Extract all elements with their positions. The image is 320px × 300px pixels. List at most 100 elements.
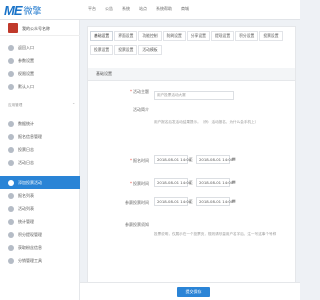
sidebar-item-entry[interactable]: 返回入口 <box>0 41 80 54</box>
form-row-activity-name: *活动主题 用户投票活动大赛 <box>88 87 295 103</box>
tab-share[interactable]: 分享设置 <box>186 31 210 41</box>
extra-start-date[interactable]: 2018-08-01 14:00 <box>154 197 191 206</box>
log-icon <box>8 159 14 166</box>
sidebar-item-label: 报名列表 <box>18 192 34 198</box>
sidebar-item-activity-list[interactable]: 活动列表 <box>0 202 80 215</box>
sidebar-item-label: 权限设置 <box>18 70 34 76</box>
sidebar-item-default-entry[interactable]: 默认入口 <box>0 80 80 93</box>
date-range-sep: 至 <box>189 199 193 204</box>
sidebar-item-stats[interactable]: 数据统计 <box>0 117 80 130</box>
signup-end-date[interactable]: 2018-08-01 14:00 <box>196 155 233 164</box>
section-title: 基础设置 <box>88 68 295 81</box>
topnav-item-platform[interactable]: 平台 <box>88 6 96 12</box>
top-nav: 平台 公告 系统 站点 系统帮助 商城 <box>88 6 198 12</box>
topnav-item-notice[interactable]: 公告 <box>105 6 113 12</box>
tab-points[interactable]: 积分设置 <box>235 31 259 41</box>
form-row-extra-time: 参赛投票时间 2018-08-01 14:00 至 2018-08-01 14:… <box>88 197 295 209</box>
form-icon <box>8 133 14 140</box>
sidebar-section-label: 应用管理 <box>8 103 23 107</box>
field-label: 参赛投票时间 <box>125 200 149 205</box>
form-row-vote-time: *投票时间 2018-08-01 14:00 至 2018-08-01 14:0… <box>88 178 295 190</box>
sidebar-item-label: 统计管理 <box>18 218 34 224</box>
form-row-activity-intro: 活动简介 用户报名后发活动结果提示。（例：活动报名，为什么会手机上） <box>88 107 295 129</box>
tab-basic[interactable]: 基础设置 <box>90 31 114 41</box>
tab-withdraw[interactable]: 提现设置 <box>210 31 235 41</box>
topnav-item-help[interactable]: 系统帮助 <box>156 6 172 12</box>
entry-icon <box>8 44 14 51</box>
sidebar-item-permissions[interactable]: 权限设置 <box>0 67 80 80</box>
account-switcher[interactable]: 我的公众号名称 <box>0 20 80 36</box>
sidebar-item-signup-info[interactable]: 报名信息管理 <box>0 130 80 143</box>
calendar-icon[interactable]: ▦ <box>232 198 236 203</box>
settings-tabs-row-1: 基础设置 界面设置 功能控制 防刷设置 分享设置 提现设置 积分设置 投票设置 <box>88 29 284 42</box>
sidebar-item-label: 默认入口 <box>18 83 34 89</box>
field-label: *活动主题 <box>130 89 149 94</box>
share-icon <box>8 257 14 264</box>
wallet-icon <box>8 231 14 238</box>
sidebar-item-stats-manage[interactable]: 统计管理 <box>0 215 80 228</box>
tab-template[interactable]: 活动模板 <box>138 45 162 55</box>
sidebar-item-add-vote[interactable]: 添加投票活动 <box>0 176 80 189</box>
plus-icon <box>8 179 14 186</box>
sidebar-item-distribution[interactable]: 分销管理工具 <box>0 254 80 267</box>
signup-start-date[interactable]: 2018-08-01 14:00 <box>154 155 191 164</box>
sidebar-item-vote-log[interactable]: 投票日志 <box>0 143 80 156</box>
field-label: *投票时间 <box>130 181 149 186</box>
sidebar-item-label: 投票日志 <box>18 146 34 152</box>
form-footer: 提交保存 <box>80 282 300 300</box>
main-panel: 基础设置 界面设置 功能控制 防刷设置 分享设置 提现设置 积分设置 投票设置 … <box>87 26 296 298</box>
field-hint: 用户报名后发活动结果提示。（例：活动报名，为什么会手机上） <box>154 120 259 124</box>
vote-end-date[interactable]: 2018-08-01 14:00 <box>196 178 233 187</box>
tab-vote-3[interactable]: 投票设置 <box>114 45 138 55</box>
sidebar-item-label: 活动日志 <box>18 159 34 165</box>
calendar-icon[interactable]: ▦ <box>232 156 236 161</box>
save-button[interactable]: 提交保存 <box>177 287 210 297</box>
field-hint: 投票说明，仅展示在一个投票页，规则请尽量用户名字后，注一写这事个号称 <box>154 232 277 236</box>
sidebar-item-fans[interactable]: 获取粉丝信息 <box>0 241 80 254</box>
tab-vote-2[interactable]: 投票设置 <box>90 45 114 55</box>
sidebar-item-label: 报名信息管理 <box>18 133 42 139</box>
brand-mark: ME <box>4 2 22 18</box>
account-name: 我的公众号名称 <box>22 26 50 31</box>
activity-name-input[interactable]: 用户投票活动大赛 <box>154 91 234 100</box>
brand-logo[interactable]: ME 微擎 <box>4 2 42 18</box>
extra-end-date[interactable]: 2018-08-01 14:00 <box>196 197 233 206</box>
log-icon <box>8 146 14 153</box>
sidebar-item-activity-log[interactable]: 活动日志 <box>0 156 80 169</box>
date-range-sep: 至 <box>189 180 193 185</box>
user-icon <box>8 244 14 251</box>
sidebar-item-params[interactable]: 参数设置 <box>0 54 80 67</box>
chevron-up-icon[interactable]: ⌃ <box>72 102 75 107</box>
sidebar: 我的公众号名称 返回入口 参数设置 权限设置 默认入口 应用管理 ⌃ 数据统计 … <box>0 20 80 300</box>
account-avatar <box>8 23 18 33</box>
sidebar-item-withdraw[interactable]: 积分提现管理 <box>0 228 80 241</box>
topnav-item-shop[interactable]: 商城 <box>181 6 189 12</box>
tab-anti-spam[interactable]: 防刷设置 <box>162 31 186 41</box>
topnav-item-site[interactable]: 站点 <box>139 6 147 12</box>
field-label: 参赛投票须知 <box>125 222 149 227</box>
tab-features[interactable]: 功能控制 <box>138 31 162 41</box>
list-icon <box>8 192 14 199</box>
settings-tabs-row-2: 投票设置 投票设置 活动模板 <box>88 43 163 56</box>
chart-icon <box>8 120 14 127</box>
sidebar-item-label: 获取粉丝信息 <box>18 244 42 250</box>
sidebar-item-label: 添加投票活动 <box>18 179 42 185</box>
sidebar-item-label: 参数设置 <box>18 57 34 63</box>
chart-icon <box>8 218 14 225</box>
vote-start-date[interactable]: 2018-08-01 14:00 <box>154 178 191 187</box>
sidebar-item-label: 返回入口 <box>18 44 34 50</box>
field-label: *报名时间 <box>130 158 149 163</box>
sidebar-item-label: 数据统计 <box>18 120 34 126</box>
sidebar-item-signup-list[interactable]: 报名列表 <box>0 189 80 202</box>
lock-icon <box>8 70 14 77</box>
date-range-sep: 至 <box>189 157 193 162</box>
tab-ui[interactable]: 界面设置 <box>114 31 138 41</box>
tab-vote[interactable]: 投票设置 <box>259 31 283 41</box>
brand-name: 微擎 <box>23 6 42 17</box>
calendar-icon[interactable]: ▦ <box>232 179 236 184</box>
sidebar-item-label: 积分提现管理 <box>18 231 42 237</box>
topnav-item-system[interactable]: 系统 <box>122 6 130 12</box>
sidebar-item-label: 分销管理工具 <box>18 257 42 263</box>
settings-icon <box>8 57 14 64</box>
sidebar-item-label: 活动列表 <box>18 205 34 211</box>
